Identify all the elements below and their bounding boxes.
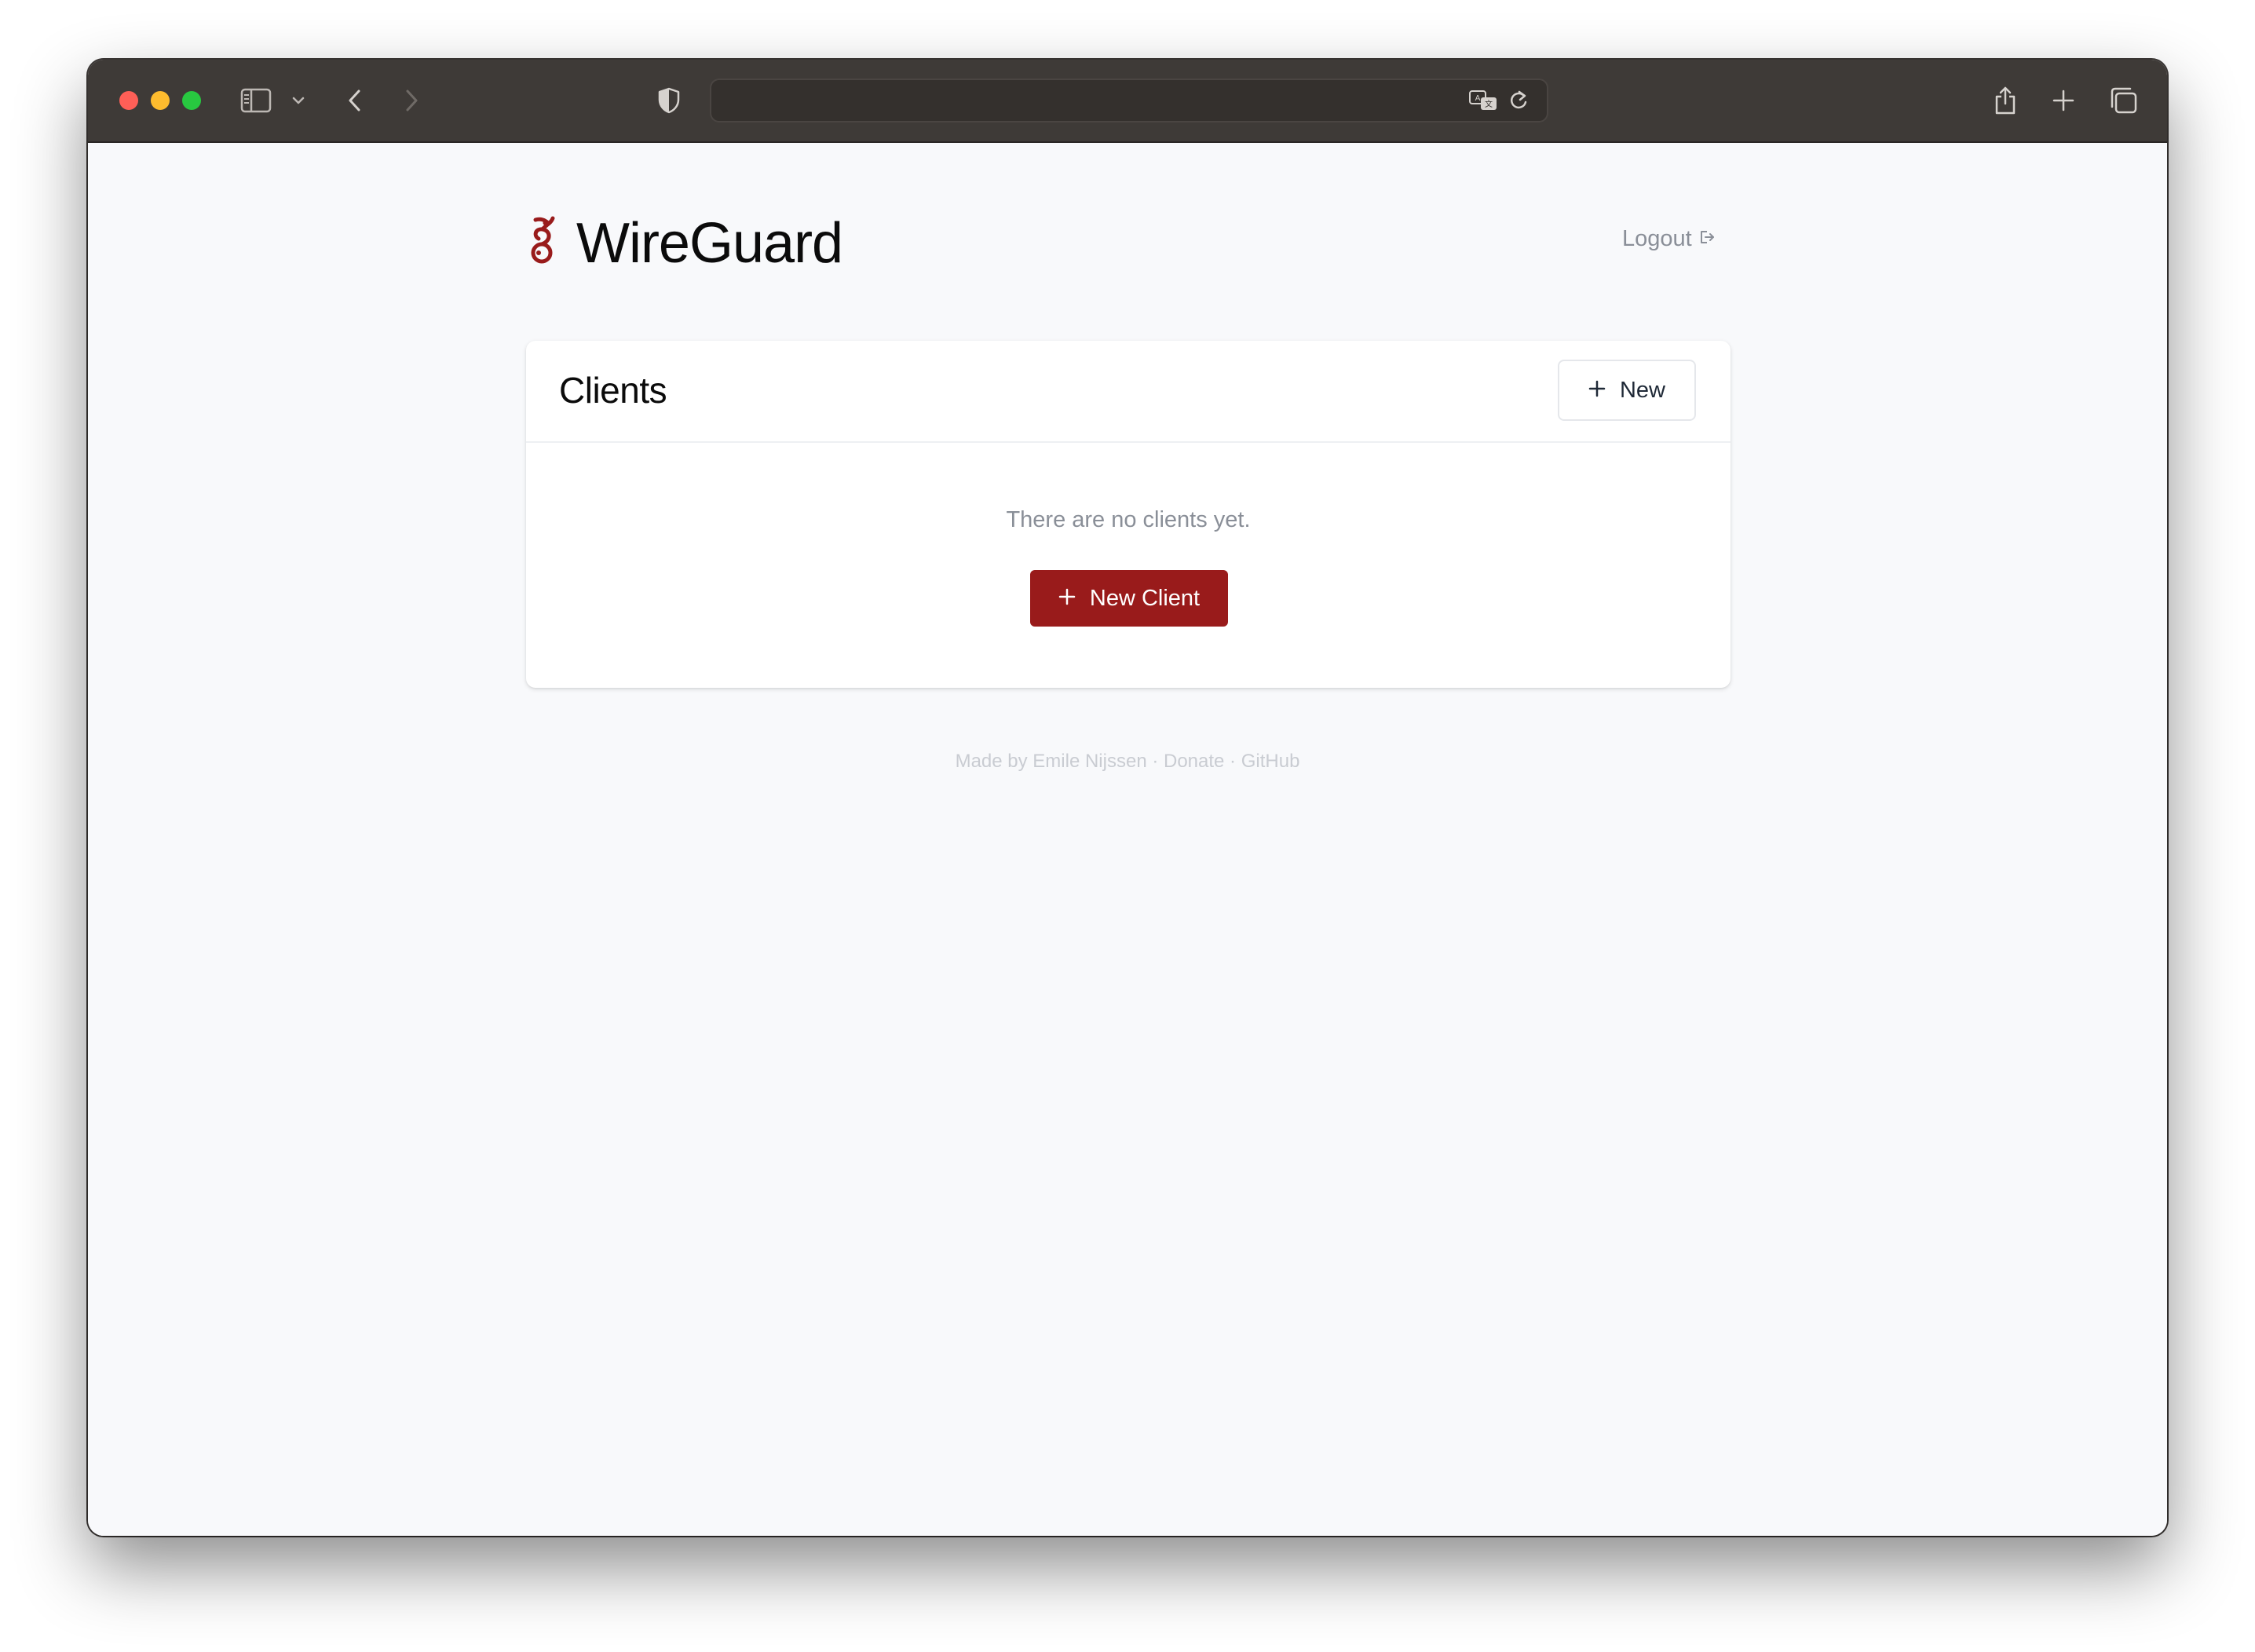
address-input[interactable] <box>727 86 1453 116</box>
reload-icon[interactable] <box>1504 80 1533 121</box>
logout-label: Logout <box>1622 225 1692 251</box>
clients-title: Clients <box>559 370 667 411</box>
browser-window: A 文 WireGuard Logout Clients New There a… <box>88 60 2167 1536</box>
footer: Made by Emile Nijssen · Donate · GitHub <box>88 751 2167 773</box>
translate-icon[interactable]: A 文 <box>1468 80 1500 121</box>
back-arrow-icon[interactable] <box>341 80 369 121</box>
page-content: WireGuard Logout Clients New There are n… <box>88 143 2167 1536</box>
new-button-label: New <box>1619 377 1665 403</box>
browser-toolbar: A 文 <box>88 60 2167 143</box>
new-button[interactable]: New <box>1558 360 1696 421</box>
clients-card-header: Clients New <box>526 341 1731 443</box>
minimize-window-button[interactable] <box>151 91 170 110</box>
wireguard-logo-icon <box>526 215 559 272</box>
sidebar-icon[interactable] <box>239 80 273 121</box>
shield-icon[interactable] <box>655 80 683 121</box>
share-icon[interactable] <box>1990 80 2021 121</box>
plus-icon <box>1588 378 1620 404</box>
svg-text:A: A <box>1475 94 1481 103</box>
new-client-button-label: New Client <box>1089 585 1201 611</box>
svg-text:文: 文 <box>1485 99 1493 109</box>
author-link[interactable]: Made by Emile Nijssen <box>956 751 1147 772</box>
plus-icon <box>1058 586 1090 612</box>
footer-separator: · <box>1224 751 1241 772</box>
tab-overview-icon[interactable] <box>2106 80 2140 121</box>
address-bar[interactable]: A 文 <box>710 79 1548 122</box>
brand-title: WireGuard <box>576 212 843 275</box>
plus-icon[interactable] <box>2048 80 2079 121</box>
clients-card: Clients New There are no clients yet. Ne… <box>526 341 1731 688</box>
github-link[interactable]: GitHub <box>1241 751 1300 772</box>
footer-separator: · <box>1146 751 1164 772</box>
empty-state-message: There are no clients yet. <box>1006 507 1251 532</box>
brand: WireGuard <box>526 212 843 275</box>
forward-arrow-icon[interactable] <box>397 80 426 121</box>
chevron-down-icon[interactable] <box>289 80 308 121</box>
logout-icon <box>1692 226 1716 252</box>
new-client-button[interactable]: New Client <box>1030 570 1228 627</box>
donate-link[interactable]: Donate <box>1164 751 1224 772</box>
zoom-window-button[interactable] <box>182 91 201 110</box>
logout-link[interactable]: Logout <box>1622 223 1716 254</box>
close-window-button[interactable] <box>119 91 138 110</box>
